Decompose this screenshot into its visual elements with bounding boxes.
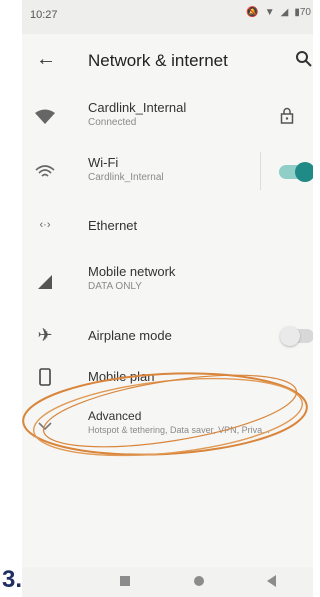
list-item-cardlink[interactable]: Cardlink_Internal Connected: [22, 92, 313, 142]
list-item-advanced[interactable]: Advanced Hotspot & tethering, Data saver…: [22, 400, 313, 450]
list-item-sub: DATA ONLY: [88, 281, 142, 292]
recents-button[interactable]: [120, 576, 130, 586]
list-item-sub: Hotspot & tethering, Data saver, VPN, Pr…: [88, 425, 270, 435]
status-bar: 10:27 🔕 ▼ ◢ ▮70: [22, 0, 313, 34]
system-nav-bar: [22, 567, 313, 597]
wifi-full-icon: [32, 104, 58, 130]
airplane-icon: ✈: [37, 324, 53, 345]
list-item-sub: Cardlink_Internal: [88, 172, 164, 183]
wifi-toggle[interactable]: [279, 162, 313, 182]
ethernet-icon: ‹·›: [39, 219, 51, 231]
list-item-label: Airplane mode: [88, 328, 172, 343]
list-item-label: Mobile plan: [88, 369, 155, 384]
list-item-label: Ethernet: [88, 218, 138, 233]
home-button[interactable]: [194, 576, 204, 586]
figure-label: 3.: [1, 566, 22, 593]
signal-status-icon: ◢: [280, 7, 289, 18]
toggle-knob: [295, 162, 313, 182]
back-arrow-icon[interactable]: ←: [36, 48, 56, 71]
list-item-mobile-plan[interactable]: Mobile plan: [22, 357, 313, 397]
toggle-knob: [280, 326, 300, 346]
search-icon[interactable]: [295, 50, 313, 68]
battery-icon: ▮70: [294, 7, 311, 18]
app-toolbar: ← Network & internet: [22, 34, 313, 88]
cell-signal-icon: [32, 269, 58, 295]
wifi-status-icon: ▼: [264, 7, 275, 18]
airplane-toggle[interactable]: [280, 326, 313, 346]
list-item-airplane[interactable]: ✈ Airplane mode: [22, 313, 313, 357]
chevron-down-icon: [32, 413, 58, 439]
list-item-label: Cardlink_Internal: [88, 100, 187, 115]
status-icons: 🔕 ▼ ◢ ▮70: [246, 7, 311, 18]
battery-level: 70: [299, 7, 311, 18]
phone-screen: 10:27 🔕 ▼ ◢ ▮70 ← Network & internet Car…: [22, 0, 313, 597]
status-time: 10:27: [30, 9, 58, 21]
page-title: Network & internet: [88, 51, 228, 70]
divider: [260, 152, 261, 190]
mute-icon: 🔕: [246, 7, 259, 18]
lock-icon: [280, 107, 294, 124]
list-item-mobile-network[interactable]: Mobile network DATA ONLY: [22, 256, 313, 306]
list-item-ethernet[interactable]: ‹·› Ethernet: [22, 203, 313, 247]
list-item-label: Mobile network: [88, 264, 176, 279]
list-item-label: Wi-Fi: [88, 155, 119, 170]
list-item-label: Advanced: [88, 409, 142, 423]
wifi-icon: [32, 159, 58, 185]
nav-back-button[interactable]: [267, 575, 276, 587]
list-item-sub: Connected: [88, 117, 137, 128]
list-item-wifi[interactable]: Wi-Fi Cardlink_Internal: [22, 146, 313, 198]
phone-icon: [32, 364, 58, 390]
